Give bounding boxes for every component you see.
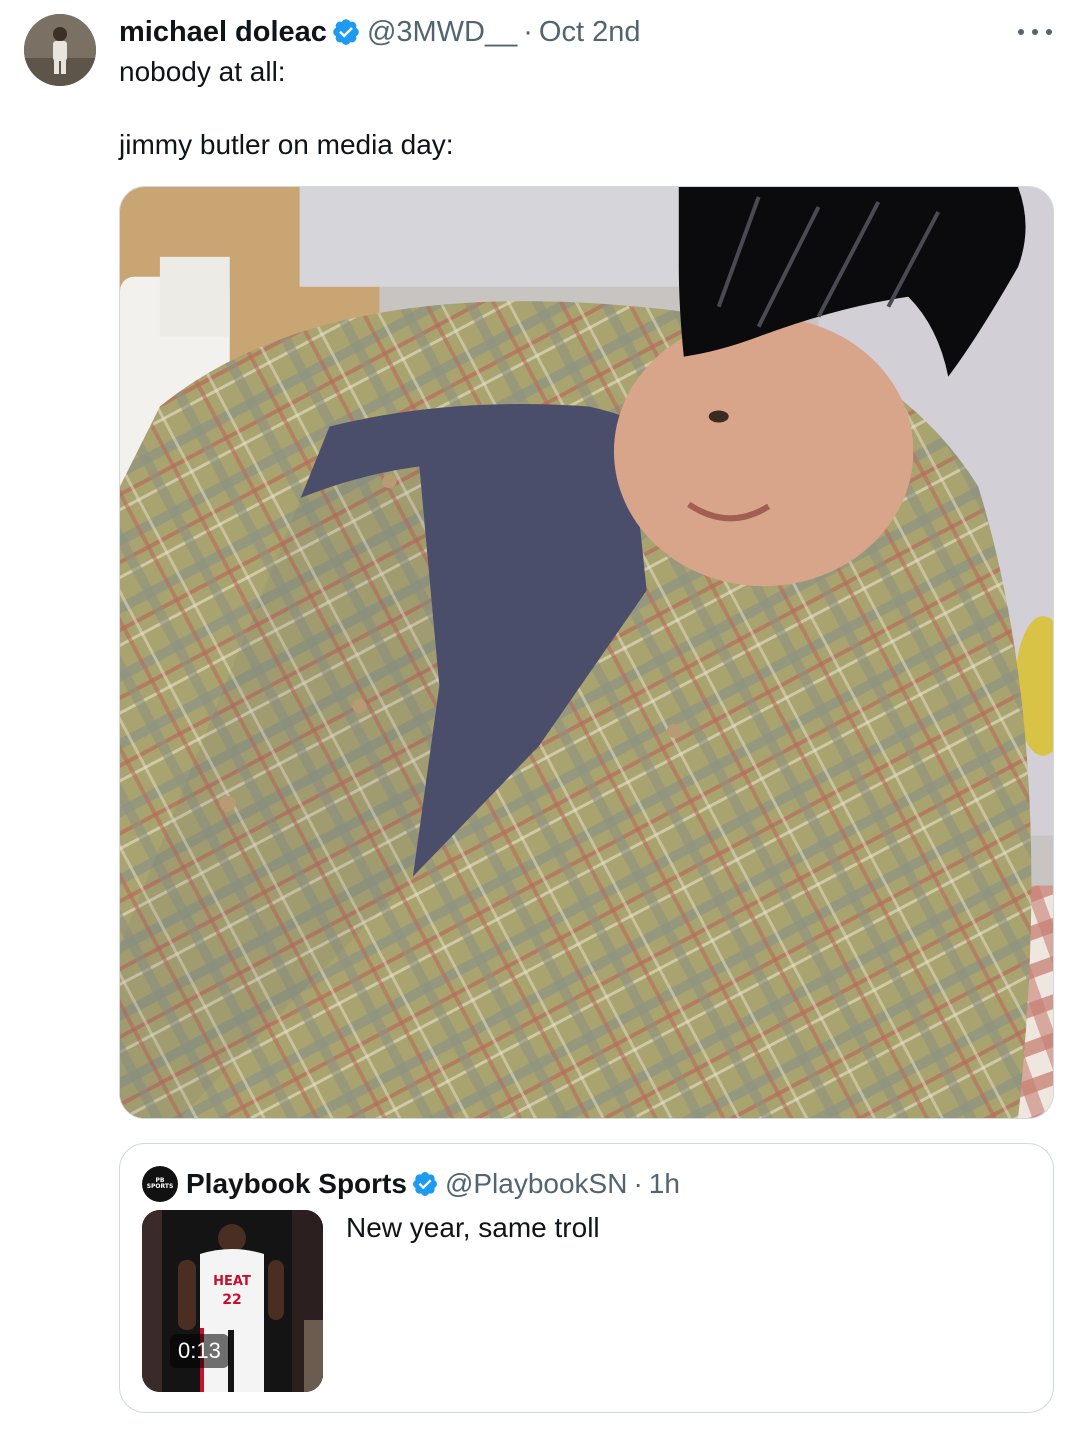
verified-badge-icon — [331, 17, 361, 47]
tweet-date[interactable]: Oct 2nd — [539, 16, 641, 49]
quoted-header-separator: · — [633, 1168, 643, 1199]
quoted-tweet-header: PB SPORTS Playbook Sports @PlaybookSN · 1… — [142, 1166, 680, 1202]
tweet-photo[interactable] — [119, 186, 1054, 1119]
tweet-header: michael doleac @3MWD__ · Oct 2nd — [119, 14, 640, 50]
more-options-icon[interactable] — [1018, 20, 1052, 44]
quoted-video-thumbnail[interactable]: HEAT 22 0:13 — [142, 1210, 323, 1392]
tweet-text-line-1: nobody at all: — [119, 56, 286, 87]
author-avatar[interactable] — [24, 14, 96, 86]
quoted-author-name: Playbook Sports — [186, 1168, 407, 1199]
author-handle[interactable]: @3MWD__ — [367, 16, 517, 49]
video-duration-badge: 0:13 — [170, 1334, 229, 1368]
quoted-tweet[interactable]: PB SPORTS Playbook Sports @PlaybookSN · 1… — [119, 1143, 1054, 1413]
svg-text:22: 22 — [222, 1292, 241, 1308]
quoted-tweet-text: New year, same troll — [346, 1212, 600, 1243]
author-name[interactable]: michael doleac — [119, 16, 327, 49]
quoted-tweet-time: 1h — [648, 1168, 680, 1199]
tweet-text-line-2: jimmy butler on media day: — [119, 129, 454, 160]
tweet[interactable]: michael doleac @3MWD__ · Oct 2nd nobody … — [0, 0, 1078, 1430]
quoted-author-avatar: PB SPORTS — [142, 1166, 178, 1202]
svg-text:HEAT: HEAT — [213, 1274, 251, 1289]
quoted-author-handle: @PlaybookSN — [444, 1168, 628, 1199]
verified-badge-icon — [411, 1170, 439, 1198]
header-separator: · — [523, 15, 533, 48]
